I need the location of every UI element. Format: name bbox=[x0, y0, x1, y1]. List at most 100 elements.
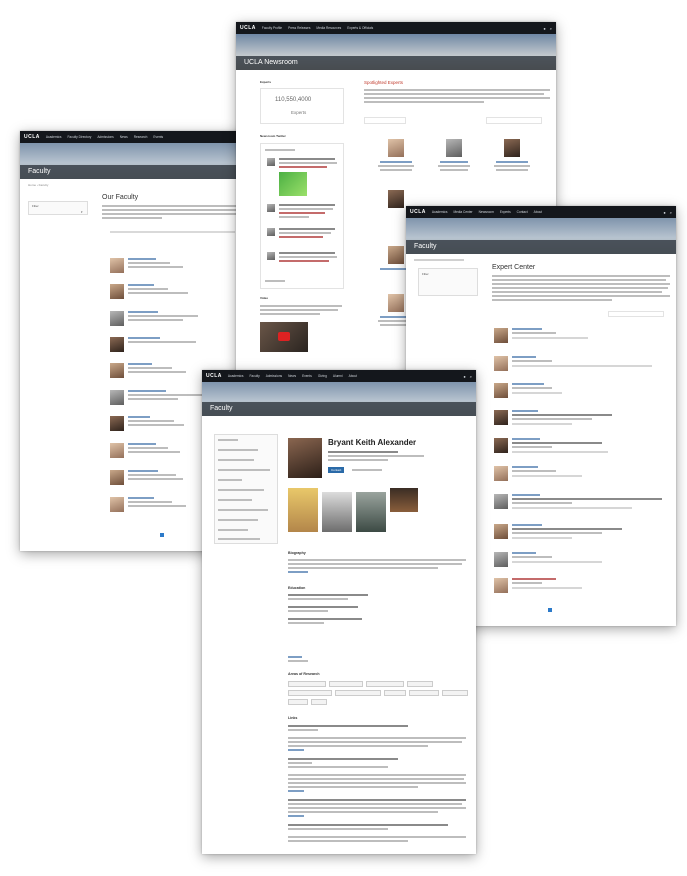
research-tag[interactable] bbox=[409, 690, 439, 696]
research-tag[interactable] bbox=[407, 681, 433, 687]
user-icon[interactable]: ● bbox=[543, 26, 545, 31]
nav-item[interactable]: About bbox=[349, 374, 357, 378]
research-tag[interactable] bbox=[288, 681, 326, 687]
nav-item[interactable]: Media Resources bbox=[316, 26, 341, 30]
nav-item[interactable]: Events bbox=[153, 135, 163, 139]
nav-item[interactable]: Contact bbox=[517, 210, 528, 214]
avatar[interactable] bbox=[446, 139, 462, 157]
avatar[interactable] bbox=[494, 410, 508, 425]
avatar[interactable] bbox=[494, 494, 508, 509]
user-icon[interactable]: ● bbox=[663, 210, 665, 215]
site-logo[interactable]: UCLA bbox=[24, 134, 40, 140]
avatar[interactable] bbox=[494, 356, 508, 371]
page-link[interactable] bbox=[160, 533, 164, 537]
book-cover[interactable] bbox=[390, 488, 418, 512]
search-icon[interactable]: ⌕ bbox=[670, 210, 672, 215]
research-tag[interactable] bbox=[442, 690, 468, 696]
page-link[interactable] bbox=[178, 533, 182, 537]
site-logo[interactable]: UCLA bbox=[206, 373, 222, 379]
avatar[interactable] bbox=[494, 328, 508, 343]
site-logo[interactable]: UCLA bbox=[410, 209, 426, 215]
page-link[interactable] bbox=[560, 608, 564, 612]
avatar[interactable] bbox=[388, 294, 404, 312]
play-icon[interactable] bbox=[278, 332, 290, 341]
nav-item[interactable]: Alumni bbox=[333, 374, 343, 378]
page-link[interactable] bbox=[166, 533, 170, 537]
book-cover[interactable] bbox=[288, 488, 318, 532]
avatar[interactable] bbox=[504, 139, 520, 157]
nav-item[interactable]: Giving bbox=[318, 374, 327, 378]
nav-item[interactable]: Academics bbox=[432, 210, 448, 214]
nav-item[interactable]: Experts & Officials bbox=[347, 26, 373, 30]
avatar[interactable] bbox=[110, 284, 124, 299]
avatar[interactable] bbox=[494, 383, 508, 398]
nav-item[interactable]: Faculty Profile bbox=[262, 26, 282, 30]
research-tag[interactable] bbox=[384, 690, 406, 696]
avatar[interactable] bbox=[110, 363, 124, 378]
avatar[interactable] bbox=[110, 337, 124, 352]
page-link[interactable] bbox=[566, 608, 570, 612]
top-navigation: UCLA Faculty Profile Press Releases Medi… bbox=[236, 22, 556, 34]
contact-button[interactable]: Contact bbox=[328, 467, 345, 473]
research-tag[interactable] bbox=[288, 690, 332, 696]
avatar[interactable] bbox=[110, 311, 124, 326]
page-link[interactable] bbox=[548, 608, 552, 612]
avatar[interactable] bbox=[110, 258, 124, 273]
utility-icons: ● ⌕ bbox=[463, 374, 472, 379]
expert-counter: 110,550,4000 Experts bbox=[260, 88, 344, 124]
nav-item[interactable]: Admissions bbox=[97, 135, 113, 139]
nav-item[interactable]: Faculty Directory bbox=[67, 135, 91, 139]
site-logo[interactable]: UCLA bbox=[240, 25, 256, 31]
avatar[interactable] bbox=[494, 466, 508, 481]
research-tag[interactable] bbox=[288, 699, 308, 705]
nav-item[interactable]: News bbox=[120, 135, 128, 139]
filter-sidebar: Filter bbox=[418, 268, 478, 296]
nav-item[interactable]: Research bbox=[134, 135, 148, 139]
profile-sidebar-nav bbox=[214, 434, 278, 544]
nav-item[interactable]: Newsroom bbox=[479, 210, 494, 214]
nav-item[interactable]: Faculty bbox=[249, 374, 259, 378]
book-cover[interactable] bbox=[356, 492, 386, 532]
user-icon[interactable]: ● bbox=[463, 374, 465, 379]
nav-item[interactable]: Academics bbox=[46, 135, 62, 139]
nav-item[interactable]: About bbox=[534, 210, 542, 214]
page-link[interactable] bbox=[554, 608, 558, 612]
nav-item[interactable]: Experts bbox=[500, 210, 511, 214]
avatar[interactable] bbox=[388, 139, 404, 157]
nav-item[interactable]: Press Releases bbox=[288, 26, 310, 30]
avatar[interactable] bbox=[494, 552, 508, 567]
search-input[interactable] bbox=[486, 117, 542, 124]
page-link[interactable] bbox=[172, 533, 176, 537]
avatar[interactable] bbox=[494, 578, 508, 593]
avatar[interactable] bbox=[494, 438, 508, 453]
avatar[interactable] bbox=[494, 524, 508, 539]
search-icon[interactable]: ⌕ bbox=[470, 374, 472, 379]
avatar[interactable] bbox=[110, 416, 124, 431]
nav-item[interactable]: Media Center bbox=[453, 210, 472, 214]
tweet-image[interactable] bbox=[279, 172, 307, 196]
nav-item[interactable]: News bbox=[288, 374, 296, 378]
chevron-down-icon[interactable]: ▾ bbox=[81, 210, 83, 214]
page-heading: Our Faculty bbox=[102, 194, 139, 201]
top-navigation: UCLA Academics Faculty Directory Admissi… bbox=[20, 131, 252, 143]
page-link[interactable] bbox=[572, 608, 576, 612]
nav-item[interactable]: Academics bbox=[228, 374, 244, 378]
research-tag[interactable] bbox=[329, 681, 363, 687]
video-thumbnail[interactable] bbox=[260, 322, 308, 352]
avatar[interactable] bbox=[388, 246, 404, 264]
research-tag[interactable] bbox=[335, 690, 381, 696]
research-tag[interactable] bbox=[366, 681, 404, 687]
search-input[interactable] bbox=[608, 311, 664, 317]
avatar[interactable] bbox=[110, 470, 124, 485]
avatar[interactable] bbox=[110, 390, 124, 405]
search-icon[interactable]: ⌕ bbox=[550, 26, 552, 31]
nav-item[interactable]: Admissions bbox=[266, 374, 282, 378]
book-cover[interactable] bbox=[322, 492, 352, 532]
research-tag[interactable] bbox=[311, 699, 327, 705]
breadcrumb[interactable]: Home › Faculty bbox=[28, 183, 48, 187]
avatar[interactable] bbox=[110, 497, 124, 512]
filter-select[interactable] bbox=[364, 117, 406, 124]
avatar[interactable] bbox=[110, 443, 124, 458]
avatar[interactable] bbox=[388, 190, 404, 208]
nav-item[interactable]: Events bbox=[302, 374, 312, 378]
